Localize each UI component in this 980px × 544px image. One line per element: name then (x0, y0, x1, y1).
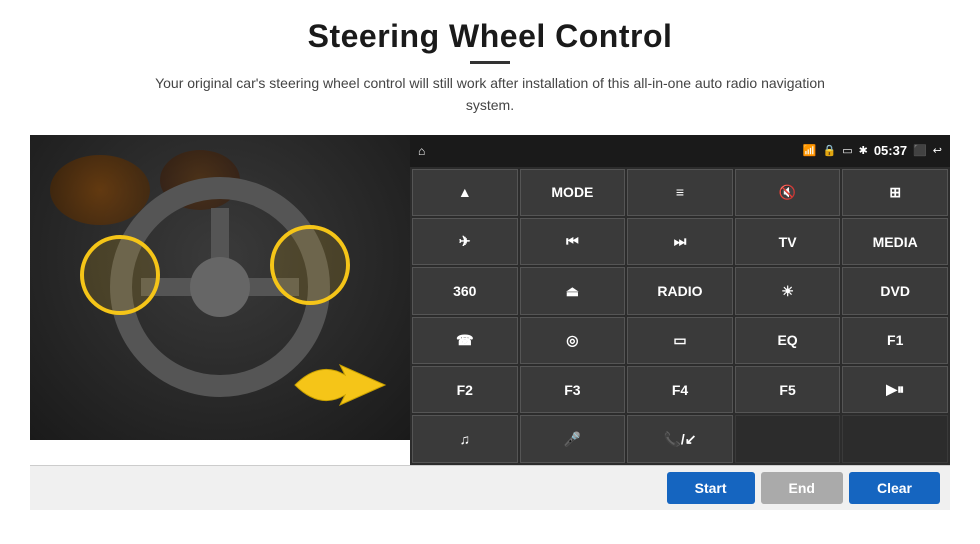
time-display: 05:37 (874, 143, 907, 158)
page-container: Steering Wheel Control Your original car… (0, 0, 980, 544)
lock-icon: 🔒 (823, 144, 837, 157)
panel-topbar: ⌂ 📶 🔒 ▭ ✱ 05:37 ⬛ ↩ (410, 135, 950, 167)
ctrl-btn-media[interactable]: MEDIA (842, 218, 948, 265)
ctrl-btn-playpause[interactable]: ▶⏸ (842, 366, 948, 413)
control-panel: ⌂ 📶 🔒 ▭ ✱ 05:37 ⬛ ↩ ▲MODE≡🔇⊞ ✈⏮⏭TVMEDIA 36… (410, 135, 950, 465)
ctrl-btn-radio[interactable]: RADIO (627, 267, 733, 314)
ctrl-btn-f4[interactable]: F4 (627, 366, 733, 413)
screen-icon: ⬛ (913, 144, 927, 157)
wheel-center (190, 257, 250, 317)
steering-bg (30, 135, 410, 440)
ctrl-btn-bright[interactable]: ☀ (735, 267, 841, 314)
ctrl-btn-f3[interactable]: F3 (520, 366, 626, 413)
ctrl-btn-empty2[interactable] (842, 415, 948, 462)
wifi-icon: 📶 (803, 144, 817, 157)
ctrl-btn-prev[interactable]: ⏮ (520, 218, 626, 265)
end-button[interactable]: End (761, 472, 843, 504)
ctrl-btn-phone[interactable]: ☎ (412, 317, 518, 364)
ctrl-btn-back-nav[interactable]: ✈ (412, 218, 518, 265)
ctrl-btn-phonecall[interactable]: 📞/↙ (627, 415, 733, 462)
ctrl-btn-f1[interactable]: F1 (842, 317, 948, 364)
ctrl-btn-f2[interactable]: F2 (412, 366, 518, 413)
ctrl-btn-music[interactable]: ♫ (412, 415, 518, 462)
highlight-left-buttons (80, 235, 160, 315)
ctrl-btn-eq[interactable]: EQ (735, 317, 841, 364)
title-divider (470, 61, 510, 64)
ctrl-btn-empty1[interactable] (735, 415, 841, 462)
steering-wheel-image (30, 135, 410, 440)
arrow-container (290, 355, 390, 420)
ctrl-btn-mode[interactable]: MODE (520, 169, 626, 216)
ctrl-btn-cam360[interactable]: 360 (412, 267, 518, 314)
ctrl-btn-rect[interactable]: ▭ (627, 317, 733, 364)
bottom-bar: Start End Clear (30, 465, 950, 510)
highlight-right-buttons (270, 225, 350, 305)
sim-icon: ▭ (842, 144, 852, 157)
title-section: Steering Wheel Control Your original car… (140, 18, 840, 117)
direction-arrow (290, 355, 390, 415)
clear-button[interactable]: Clear (849, 472, 940, 504)
ctrl-btn-next[interactable]: ⏭ (627, 218, 733, 265)
home-icon: ⌂ (418, 144, 425, 158)
back-icon: ↩ (933, 144, 942, 157)
bluetooth-icon: ✱ (859, 144, 868, 157)
ctrl-btn-mute[interactable]: 🔇 (735, 169, 841, 216)
topbar-right: 📶 🔒 ▭ ✱ 05:37 ⬛ ↩ (803, 143, 942, 158)
start-button[interactable]: Start (667, 472, 755, 504)
ctrl-btn-tv[interactable]: TV (735, 218, 841, 265)
ctrl-btn-dvd[interactable]: DVD (842, 267, 948, 314)
ctrl-btn-apps[interactable]: ⊞ (842, 169, 948, 216)
ctrl-btn-mic[interactable]: 🎤 (520, 415, 626, 462)
ctrl-btn-compass[interactable]: ◎ (520, 317, 626, 364)
gauge-left (50, 155, 150, 225)
control-buttons-grid: ▲MODE≡🔇⊞ ✈⏮⏭TVMEDIA 360⏏RADIO☀DVD ☎◎▭EQF1 F2… (410, 167, 950, 465)
content-area: ⌂ 📶 🔒 ▭ ✱ 05:37 ⬛ ↩ ▲MODE≡🔇⊞ ✈⏮⏭TVMEDIA 36… (30, 135, 950, 465)
page-subtitle: Your original car's steering wheel contr… (140, 72, 840, 117)
ctrl-btn-f5[interactable]: F5 (735, 366, 841, 413)
topbar-left: ⌂ (418, 144, 425, 158)
page-title: Steering Wheel Control (140, 18, 840, 55)
ctrl-btn-list[interactable]: ≡ (627, 169, 733, 216)
ctrl-btn-nav[interactable]: ▲ (412, 169, 518, 216)
ctrl-btn-eject[interactable]: ⏏ (520, 267, 626, 314)
